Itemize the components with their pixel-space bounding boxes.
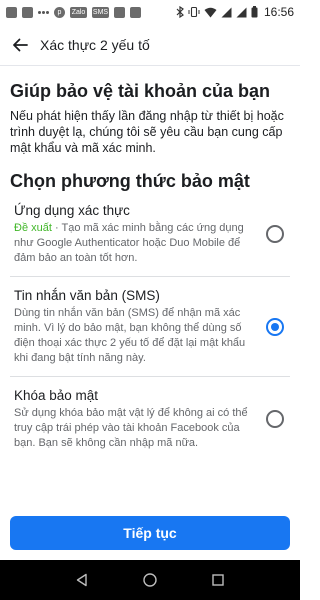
- wifi-icon: [204, 7, 217, 17]
- recommended-tag: Đề xuất: [14, 222, 52, 234]
- battery-icon: [251, 6, 258, 18]
- nav-recents-icon: [212, 574, 224, 586]
- headline: Giúp bảo vệ tài khoản của bạn: [10, 81, 271, 101]
- message-icon: [22, 6, 33, 18]
- nav-back-button[interactable]: [70, 568, 94, 592]
- radio-authenticator-app[interactable]: [266, 225, 284, 243]
- app-bar: Xác thực 2 yếu tố: [0, 24, 300, 66]
- option-title: Khóa bảo mật: [14, 388, 99, 403]
- continue-button[interactable]: Tiếp tục: [10, 516, 290, 550]
- zalo-icon: Zalo: [70, 6, 87, 18]
- bluetooth-icon: [176, 6, 184, 18]
- status-bar: p Zalo SMS 16:56: [0, 0, 300, 24]
- footer: Tiếp tục: [0, 506, 300, 560]
- system-nav-bar: [0, 560, 300, 600]
- vibrate-icon: [188, 6, 200, 18]
- nav-home-button[interactable]: [138, 568, 162, 592]
- option-description: Đề xuất · Tạo mã xác minh bằng các ứng d…: [14, 221, 254, 266]
- phone-icon: [114, 6, 125, 18]
- notification-icons: p Zalo SMS: [6, 6, 176, 18]
- system-icons: 16:56: [176, 5, 294, 19]
- security-method-list: Ứng dụng xác thực Đề xuất · Tạo mã xác m…: [10, 192, 290, 461]
- back-arrow-icon: [13, 38, 28, 51]
- nav-back-icon: [76, 573, 87, 587]
- dots-icon: [38, 10, 49, 14]
- option-title: Tin nhắn văn bản (SMS): [14, 288, 160, 303]
- radio-security-key[interactable]: [266, 410, 284, 428]
- page-title: Xác thực 2 yếu tố: [40, 36, 150, 53]
- back-button[interactable]: [0, 24, 40, 66]
- sms-icon: SMS: [92, 6, 109, 18]
- option-title: Ứng dụng xác thực: [14, 203, 130, 218]
- option-security-key[interactable]: Khóa bảo mật Sử dụng khóa bảo mật vật lý…: [10, 377, 290, 461]
- nav-recents-button[interactable]: [206, 568, 230, 592]
- signal-icon-2: [236, 7, 247, 17]
- clock-time: 16:56: [263, 5, 294, 19]
- option-description: Dùng tin nhắn văn bản (SMS) để nhận mã x…: [14, 307, 246, 364]
- option-description: Sử dụng khóa bảo mật vật lý để không ai …: [14, 407, 248, 449]
- section-title: Chọn phương thức bảo mật: [10, 171, 250, 191]
- p-app-icon: p: [54, 6, 65, 18]
- intro-text: Nếu phát hiện thấy lần đăng nhập từ thiế…: [10, 109, 284, 155]
- signal-icon: [221, 7, 232, 17]
- main-content[interactable]: Giúp bảo vệ tài khoản của bạn Nếu phát h…: [0, 66, 300, 506]
- radio-sms[interactable]: [266, 317, 284, 336]
- option-authenticator-app[interactable]: Ứng dụng xác thực Đề xuất · Tạo mã xác m…: [10, 192, 290, 277]
- calendar-icon: [6, 6, 17, 18]
- nav-home-icon: [143, 573, 157, 587]
- option-sms[interactable]: Tin nhắn văn bản (SMS) Dùng tin nhắn văn…: [10, 277, 290, 377]
- image-icon: [130, 6, 141, 18]
